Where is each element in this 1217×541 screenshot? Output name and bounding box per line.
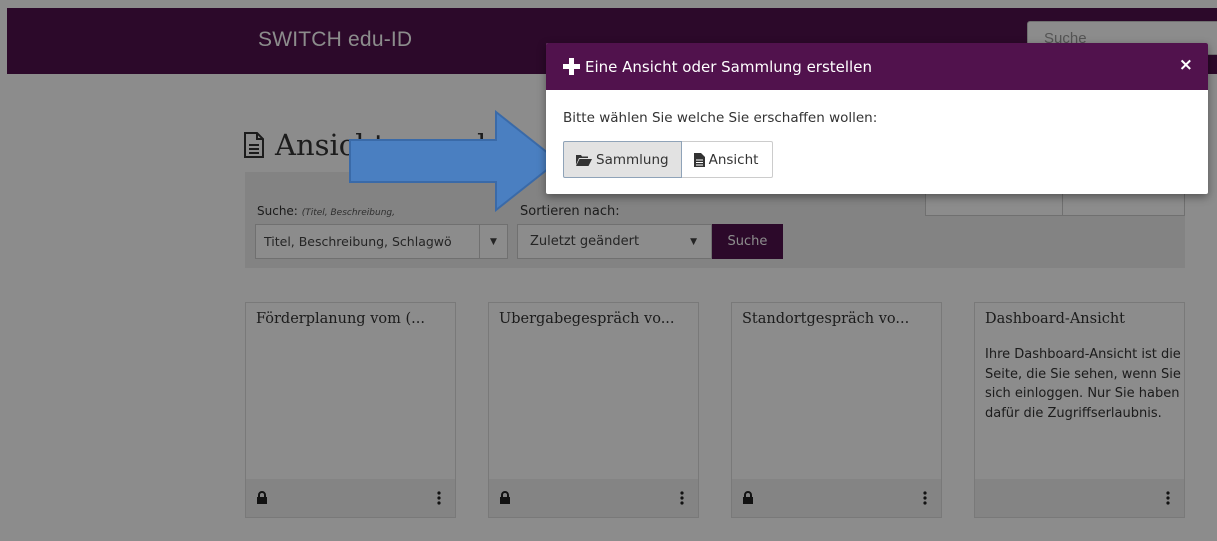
file-text-icon — [693, 152, 705, 167]
close-icon[interactable]: × — [1179, 55, 1193, 75]
create-view-button[interactable]: Ansicht — [681, 141, 774, 178]
view-label: Ansicht — [708, 151, 759, 168]
create-collection-button[interactable]: Sammlung — [563, 141, 682, 178]
folder-open-icon — [576, 154, 592, 166]
plus-icon — [563, 58, 580, 75]
choice-button-group: Sammlung Ansicht — [563, 141, 774, 178]
dialog-header: Eine Ansicht oder Sammlung erstellen × — [546, 43, 1208, 90]
create-dialog: Eine Ansicht oder Sammlung erstellen × B… — [546, 43, 1208, 194]
arrow-annotation — [349, 110, 560, 212]
collection-label: Sammlung — [596, 151, 669, 168]
dialog-prompt: Bitte wählen Sie welche Sie erschaffen w… — [563, 110, 878, 126]
dialog-title: Eine Ansicht oder Sammlung erstellen — [585, 57, 872, 76]
